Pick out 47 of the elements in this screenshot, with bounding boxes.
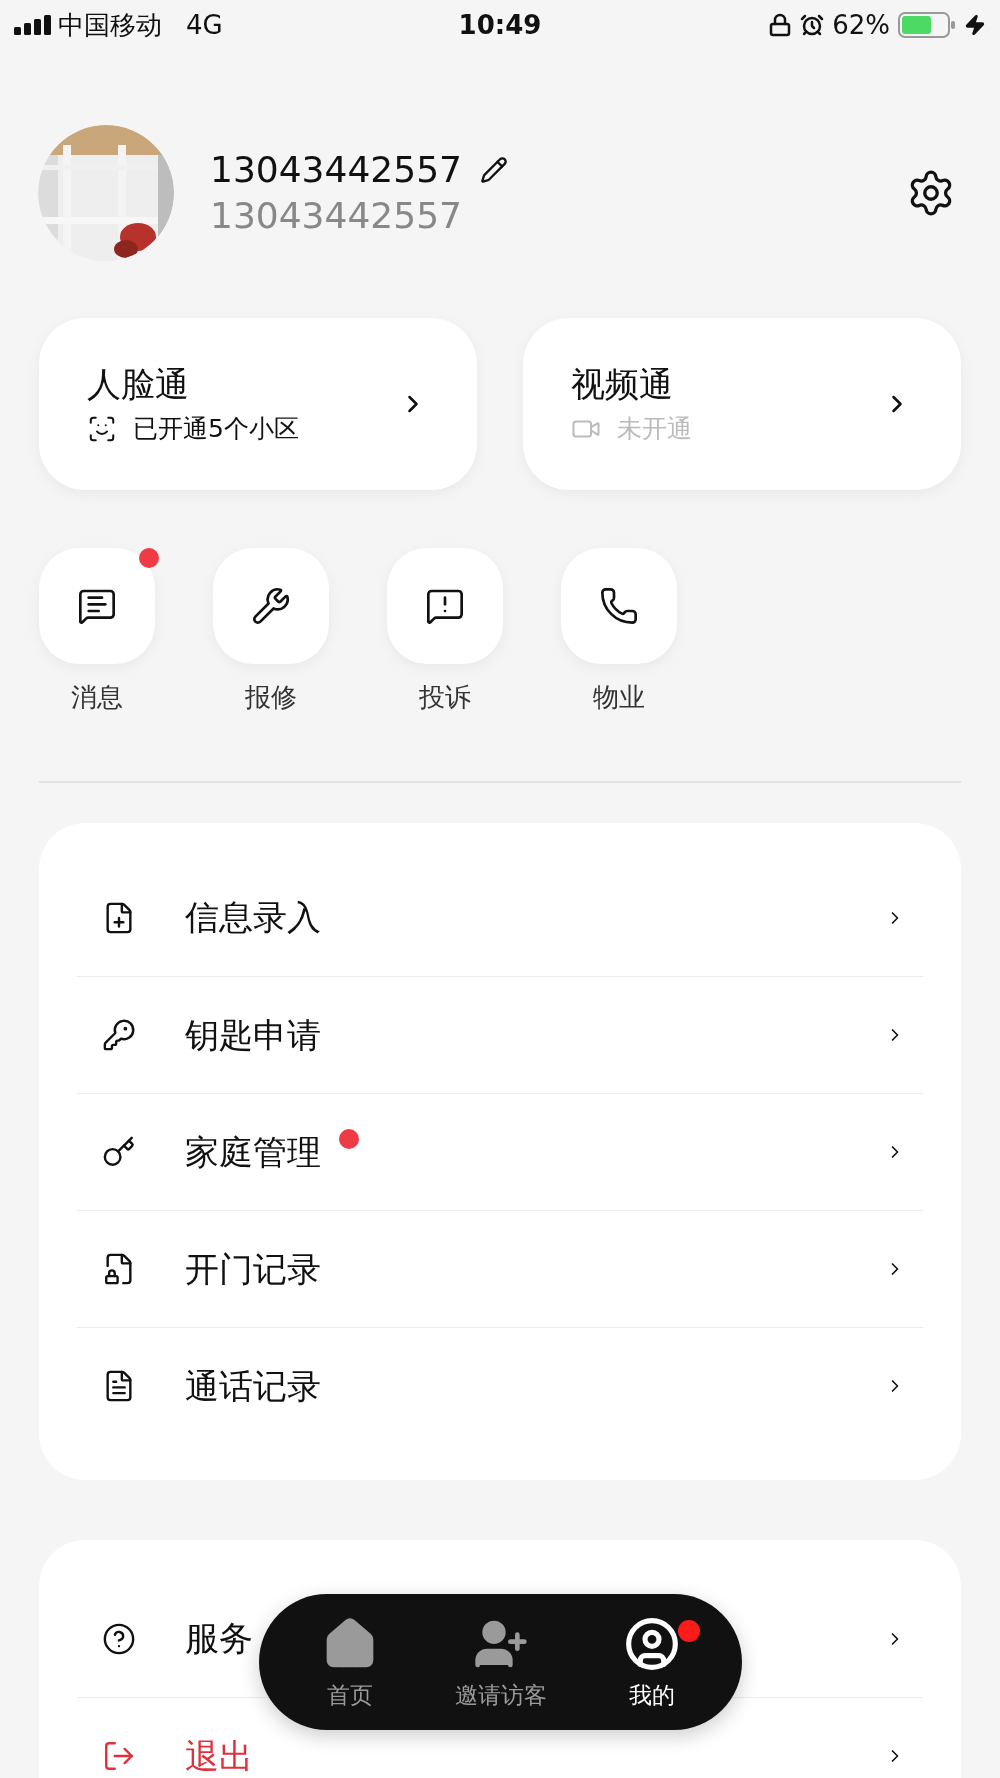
shortcut-button[interactable] [561,548,677,664]
charging-icon [964,14,986,36]
user-name: 13043442557 [210,148,462,192]
menu-label[interactable]: 退出 [185,1730,253,1778]
card-status: 已开通5个小区 [133,413,299,446]
menu-label: 开门记录 [185,1247,321,1291]
tab[interactable]: 首页 [301,1611,398,1713]
phone-number: 13043442557 [210,194,463,238]
card-status: 未开通 [617,413,692,446]
tab[interactable]: 我的 [603,1611,700,1713]
logout-icon [102,1739,136,1773]
signal-icon [14,15,52,35]
phone-icon [599,586,639,626]
key-icon [102,1135,136,1169]
menu-label: 信息录入 [185,896,321,939]
service-card[interactable]: 人脸通 已开通5个小区 [39,318,477,490]
menu-item[interactable]: 家庭管理 [77,1093,923,1210]
menu-item[interactable]: 信息录入 [77,859,923,976]
shortcut-label: 投诉 [419,681,471,714]
clock: 10:49 [458,8,542,42]
menu-label[interactable]: 服务 [185,1613,253,1664]
rotation-lock-icon [768,13,793,37]
shortcut-button[interactable] [213,548,329,664]
face-scan-icon [87,414,117,444]
service-card[interactable]: 视频通 未开通 [523,318,961,490]
menu-label: 钥匙申请 [185,1013,321,1057]
help-icon [102,1621,136,1656]
menu-item[interactable]: 通话记录 [77,1327,923,1444]
key-icon [102,1018,136,1052]
menu-item[interactable]: 钥匙申请 [77,976,923,1093]
network-type: 4G [186,8,223,42]
battery-icon [898,12,956,38]
carrier-name: 中国移动 [58,8,162,42]
alarm-icon [800,13,825,37]
card-title: 人脸通 [87,363,190,407]
card-title: 视频通 [571,363,674,407]
shortcut-label: 消息 [71,681,123,714]
shortcut-button[interactable] [387,548,503,664]
menu-item[interactable]: 开门记录 [77,1210,923,1327]
battery-percent: 62% [832,8,890,42]
menu-label: 通话记录 [185,1364,321,1408]
menu-label: 家庭管理 [185,1130,321,1174]
shortcut-label: 报修 [245,681,297,714]
wrench-icon [251,586,291,626]
user-icon [623,1615,680,1672]
tab[interactable]: 邀请访客 [434,1611,567,1713]
shortcut-label: 物业 [593,681,645,714]
